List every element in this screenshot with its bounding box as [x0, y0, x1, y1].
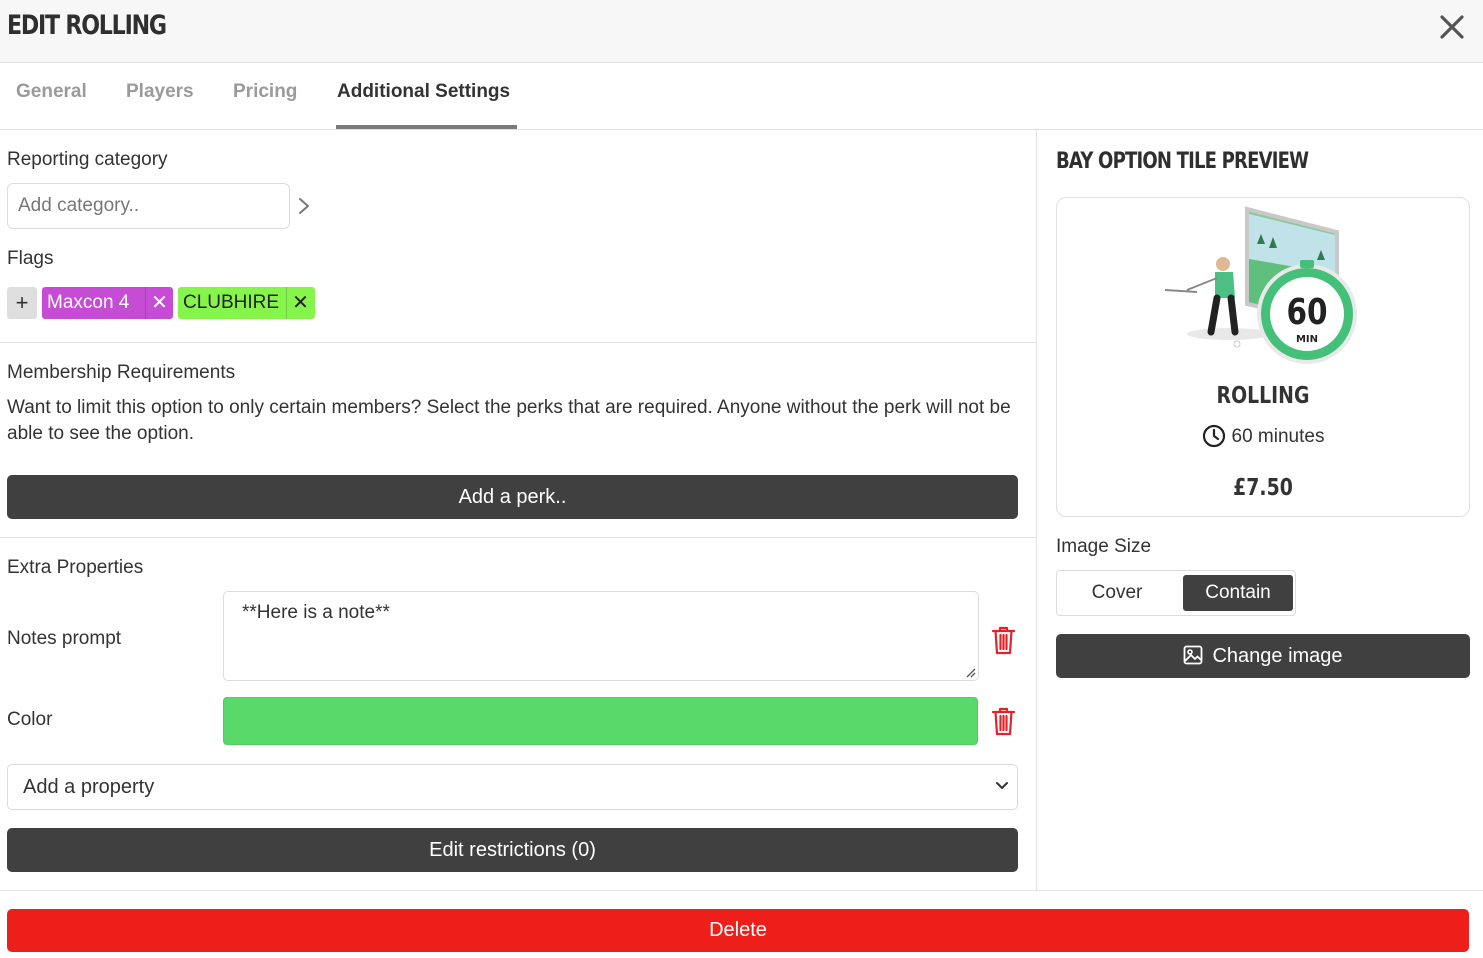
badge-unit: MIN: [1296, 334, 1318, 345]
tab-bar: General Players Pricing Additional Setti…: [0, 63, 1483, 130]
modal-title: EDIT ROLLING: [7, 10, 167, 41]
remove-flag-icon[interactable]: ✕: [145, 287, 173, 319]
close-icon[interactable]: [1437, 12, 1467, 42]
image-size-contain-option[interactable]: Contain: [1183, 575, 1293, 611]
membership-label: Membership Requirements: [7, 362, 236, 383]
add-property-label: Add a property: [23, 776, 155, 798]
settings-panel: Reporting category Add category.. Flags …: [0, 130, 1036, 890]
preview-panel: BAY OPTION TILE PREVIEW 60 MIN ROLLING 6…: [1036, 130, 1483, 890]
tile-duration-text: 60 minutes: [1231, 426, 1325, 447]
badge-number: 60: [1286, 290, 1327, 333]
flags-label: Flags: [7, 248, 54, 269]
change-image-button[interactable]: Change image: [1056, 634, 1470, 678]
tile-option-name: ROLLING: [1216, 383, 1310, 409]
image-size-cover-option[interactable]: Cover: [1061, 575, 1173, 611]
option-tile-preview: 60 MIN ROLLING 60 minutes £7.50: [1056, 197, 1470, 517]
color-swatch[interactable]: [223, 697, 978, 745]
notes-prompt-value: **Here is a note**: [242, 602, 390, 623]
flag-tag: Maxcon 4 ✕: [42, 287, 173, 319]
active-tab-indicator: [336, 125, 517, 129]
flag-tag: CLUBHIRE ✕: [178, 287, 315, 319]
footer-divider: [0, 890, 1483, 891]
trash-icon[interactable]: [990, 625, 1017, 656]
notes-prompt-label: Notes prompt: [7, 628, 122, 649]
image-size-toggle: Cover Contain: [1056, 570, 1296, 616]
tab-players[interactable]: Players: [126, 81, 194, 103]
tab-pricing[interactable]: Pricing: [233, 81, 297, 103]
add-perk-button[interactable]: Add a perk..: [7, 475, 1018, 519]
chevron-right-icon[interactable]: [296, 196, 312, 216]
reporting-category-input[interactable]: Add category..: [7, 183, 290, 229]
preview-title: BAY OPTION TILE PREVIEW: [1056, 149, 1309, 174]
clock-icon: [1202, 424, 1225, 448]
notes-prompt-textarea[interactable]: **Here is a note**: [223, 591, 979, 681]
trash-icon[interactable]: [990, 706, 1017, 737]
delete-button[interactable]: Delete: [7, 909, 1469, 952]
tab-additional-settings[interactable]: Additional Settings: [337, 81, 510, 103]
divider: [0, 342, 1036, 343]
chevron-down-icon: [996, 782, 1008, 789]
add-flag-button[interactable]: +: [7, 287, 37, 319]
tile-price: £7.50: [1233, 475, 1293, 501]
membership-description: Want to limit this option to only certai…: [7, 397, 1011, 444]
divider: [0, 537, 1036, 538]
remove-flag-icon[interactable]: ✕: [286, 287, 314, 319]
change-image-label: Change image: [1212, 645, 1343, 667]
modal-header: EDIT ROLLING: [0, 0, 1483, 63]
extra-properties-label: Extra Properties: [7, 557, 144, 578]
add-property-select[interactable]: Add a property: [7, 764, 1018, 810]
tab-general[interactable]: General: [16, 81, 87, 103]
edit-restrictions-button[interactable]: Edit restrictions (0): [7, 828, 1018, 872]
flag-label: CLUBHIRE: [183, 292, 280, 313]
golf-simulator-image: 60 MIN: [1164, 206, 1357, 364]
flag-label: Maxcon 4: [47, 292, 130, 313]
tile-duration: 60 minutes: [1057, 424, 1469, 448]
resize-grip-icon[interactable]: [964, 666, 976, 678]
image-icon: [1184, 645, 1203, 665]
reporting-category-label: Reporting category: [7, 149, 168, 170]
color-label: Color: [7, 709, 53, 730]
image-size-label: Image Size: [1056, 536, 1152, 557]
